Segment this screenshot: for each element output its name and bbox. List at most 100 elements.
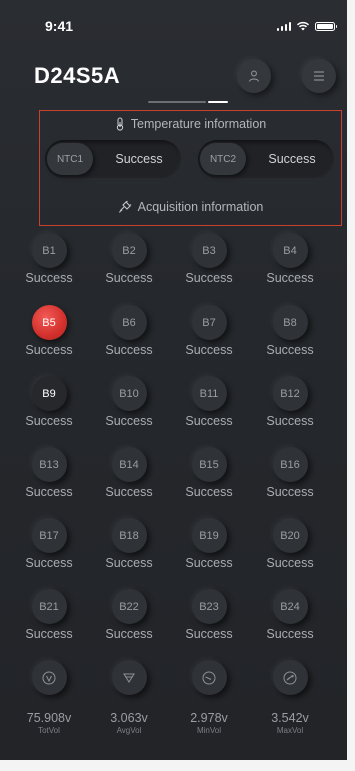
cell-b12: B12 Success — [250, 376, 330, 428]
ntc1-status: Success — [115, 152, 163, 166]
cell-status: Success — [185, 627, 233, 641]
stat-label: AvgVol — [116, 726, 142, 735]
cell-b9: B9 Success — [9, 376, 89, 428]
cell-button-b19[interactable]: B19 — [191, 518, 227, 553]
cell-button-b8[interactable]: B8 — [272, 305, 308, 340]
cell-b18: B18 Success — [89, 518, 169, 570]
cell-button-b10[interactable]: B10 — [111, 376, 147, 411]
ntc2-toggle[interactable]: NTC2 Success — [198, 140, 334, 178]
cell-b17: B17 Success — [9, 518, 89, 570]
cell-status: Success — [25, 414, 73, 428]
cell-status: Success — [25, 271, 73, 285]
cell-button-b21[interactable]: B21 — [31, 589, 67, 624]
cell-b23: B23 Success — [169, 589, 249, 641]
cell-b13: B13 Success — [9, 447, 89, 499]
cell-status: Success — [25, 485, 73, 499]
wifi-icon — [296, 21, 310, 31]
min-voltage-icon[interactable] — [191, 660, 227, 695]
thermometer-icon — [116, 117, 123, 131]
stat-value: 3.542v — [271, 711, 309, 725]
info-panel: Temperature information NTC1 Success NTC… — [39, 110, 342, 226]
cell-button-b14[interactable]: B14 — [111, 447, 147, 482]
cell-status: Success — [266, 556, 314, 570]
cell-button-b13[interactable]: B13 — [31, 447, 67, 482]
cell-button-b12[interactable]: B12 — [272, 376, 308, 411]
cell-b24: B24 Success — [250, 589, 330, 641]
cell-button-b22[interactable]: B22 — [111, 589, 147, 624]
cell-button-b5[interactable]: B5 — [31, 305, 67, 340]
cell-status: Success — [105, 271, 153, 285]
stat-value: 2.978v — [190, 711, 228, 725]
page-indicator — [148, 101, 228, 104]
acquisition-heading-text: Acquisition information — [137, 200, 264, 214]
cell-status: Success — [266, 271, 314, 285]
cell-button-b23[interactable]: B23 — [191, 589, 227, 624]
ntc1-toggle[interactable]: NTC1 Success — [45, 140, 181, 178]
cell-status: Success — [105, 556, 153, 570]
stat-value: 3.063v — [110, 711, 148, 725]
cell-status: Success — [25, 343, 73, 357]
user-button[interactable] — [237, 59, 271, 93]
device-title: D24S5A — [34, 63, 121, 88]
stat-totvol: 75.908v TotVol — [9, 660, 89, 735]
cell-button-b16[interactable]: B16 — [272, 447, 308, 482]
cell-b3: B3 Success — [169, 233, 249, 285]
cell-status: Success — [105, 485, 153, 499]
cell-b7: B7 Success — [169, 305, 249, 357]
cell-status: Success — [266, 627, 314, 641]
cell-button-b24[interactable]: B24 — [272, 589, 308, 624]
stat-label: MaxVol — [276, 726, 304, 735]
total-voltage-icon[interactable] — [31, 660, 67, 695]
menu-button[interactable] — [302, 59, 336, 93]
cell-button-b20[interactable]: B20 — [272, 518, 308, 553]
ntc2-status: Success — [268, 152, 316, 166]
stat-maxvol: 3.542v MaxVol — [250, 660, 330, 735]
app-screen: 9:41 D24S5A Temperature information NTC1… — [0, 0, 347, 760]
average-voltage-icon[interactable] — [111, 660, 147, 695]
cell-b15: B15 Success — [169, 447, 249, 499]
status-icons — [276, 21, 337, 31]
cell-status: Success — [105, 627, 153, 641]
cell-b19: B19 Success — [169, 518, 249, 570]
cell-button-b11[interactable]: B11 — [191, 376, 227, 411]
stat-label: MinVol — [196, 726, 221, 735]
cell-button-b17[interactable]: B17 — [31, 518, 67, 553]
cell-status: Success — [185, 271, 233, 285]
cell-b20: B20 Success — [250, 518, 330, 570]
cell-button-b3[interactable]: B3 — [191, 233, 227, 268]
temperature-heading: Temperature information — [40, 117, 341, 131]
cell-button-b4[interactable]: B4 — [272, 233, 308, 268]
cell-b2: B2 Success — [89, 233, 169, 285]
cell-status: Success — [185, 485, 233, 499]
cell-button-b7[interactable]: B7 — [191, 305, 227, 340]
stat-value: 75.908v — [26, 711, 72, 725]
cell-status: Success — [25, 627, 73, 641]
plug-icon — [118, 200, 131, 213]
cell-button-b15[interactable]: B15 — [191, 447, 227, 482]
temperature-heading-text: Temperature information — [130, 117, 267, 131]
battery-icon — [315, 21, 337, 31]
cell-b4: B4 Success — [250, 233, 330, 285]
cell-button-b18[interactable]: B18 — [111, 518, 147, 553]
cell-status: Success — [185, 343, 233, 357]
page-indicator-active — [208, 101, 228, 103]
cell-status: Success — [266, 343, 314, 357]
max-voltage-icon[interactable] — [272, 660, 308, 695]
cell-b8: B8 Success — [250, 305, 330, 357]
cell-b1: B1 Success — [9, 233, 89, 285]
cell-status: Success — [105, 414, 153, 428]
cell-b22: B22 Success — [89, 589, 169, 641]
cell-button-b2[interactable]: B2 — [111, 233, 147, 268]
cell-button-b1[interactable]: B1 — [31, 233, 67, 268]
cell-button-b9[interactable]: B9 — [31, 376, 67, 411]
cell-button-b6[interactable]: B6 — [111, 305, 147, 340]
menu-icon — [314, 71, 324, 81]
status-time: 9:41 — [45, 18, 74, 34]
cell-status: Success — [105, 343, 153, 357]
page-indicator-inactive — [148, 101, 206, 103]
cell-status: Success — [185, 556, 233, 570]
cell-b14: B14 Success — [89, 447, 169, 499]
status-bar: 9:41 — [0, 0, 347, 44]
cell-b16: B16 Success — [250, 447, 330, 499]
cell-b10: B10 Success — [89, 376, 169, 428]
